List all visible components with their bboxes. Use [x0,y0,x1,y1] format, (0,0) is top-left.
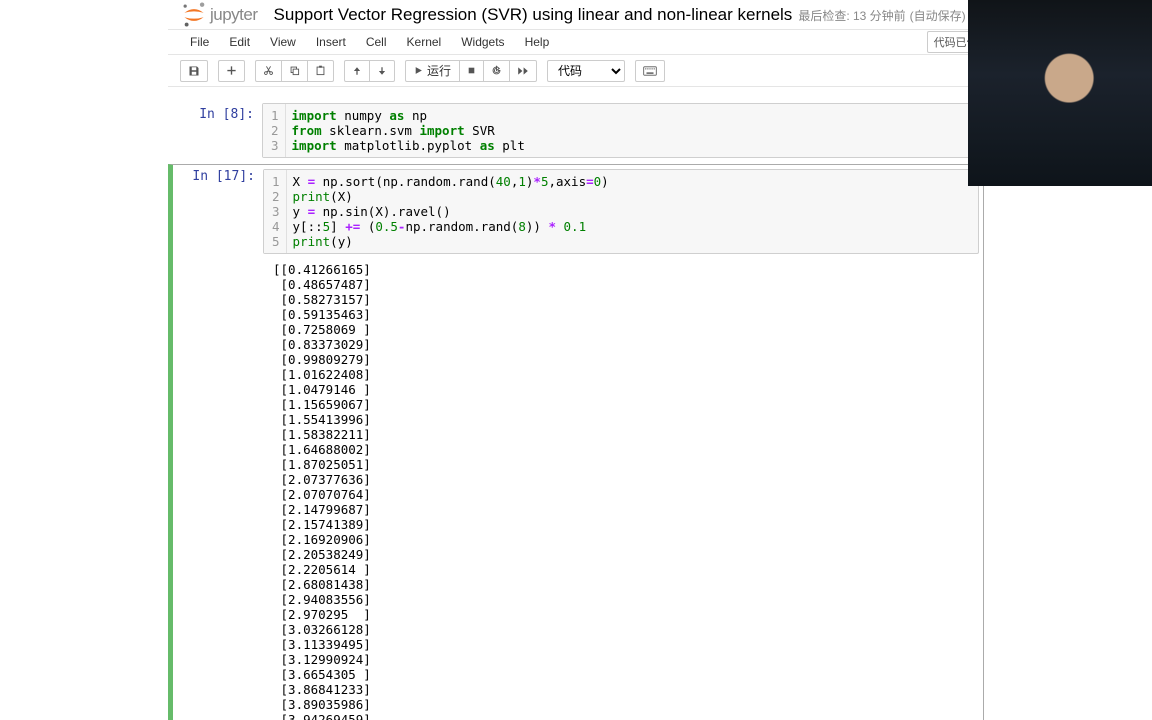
move-down-button[interactable] [369,60,395,82]
notebook-area[interactable]: In [8]: 123 import numpy as npfrom sklea… [168,87,984,720]
menu-help[interactable]: Help [515,31,560,53]
input-prompt: In [8]: [168,103,262,158]
menu-file[interactable]: File [180,31,219,53]
plus-icon [226,65,237,76]
code-cell-selected[interactable]: In [17]: 12345 X = np.sort(np.random.ran… [168,164,984,720]
autosave-status: (自动保存) [910,7,966,24]
checkpoint-status: 最后检查: 13 分钟前 [798,7,905,24]
save-button[interactable] [180,60,208,82]
menu-widgets[interactable]: Widgets [451,31,514,53]
line-gutter: 123 [263,104,286,157]
code-lines[interactable]: import numpy as npfrom sklearn.svm impor… [286,104,983,157]
fast-forward-icon [517,66,529,76]
arrow-down-icon [377,66,387,76]
restart-run-all-button[interactable] [509,60,537,82]
run-label: 运行 [427,62,451,79]
keyboard-icon [643,66,657,76]
presenter-webcam-overlay [968,0,1152,186]
copy-icon [289,65,300,76]
arrow-up-icon [352,66,362,76]
jupyter-logo[interactable]: jupyter [180,1,258,29]
paste-button[interactable] [307,60,334,82]
menu-insert[interactable]: Insert [306,31,356,53]
menu-edit[interactable]: Edit [219,31,260,53]
menu-view[interactable]: View [260,31,306,53]
restart-button[interactable] [483,60,510,82]
save-icon [188,65,200,77]
cell-output: [[0.41266165] [0.48657487] [0.58273157] … [173,258,983,720]
input-prompt: In [17]: [173,165,263,258]
command-palette-button[interactable] [635,60,665,82]
celltype-select[interactable]: 代码 [547,60,625,82]
code-cell[interactable]: In [8]: 123 import numpy as npfrom sklea… [168,103,984,158]
code-input-area[interactable]: 12345 X = np.sort(np.random.rand(40,1)*5… [263,169,979,254]
menu-kernel[interactable]: Kernel [397,31,452,53]
cut-button[interactable] [255,60,282,82]
run-button[interactable]: 运行 [405,60,460,82]
jupyter-logo-text: jupyter [210,5,258,25]
line-gutter: 12345 [264,170,287,253]
paste-icon [315,65,326,76]
move-up-button[interactable] [344,60,370,82]
stop-icon [467,66,476,75]
interrupt-button[interactable] [459,60,484,82]
jupyter-logo-icon [180,1,208,29]
cut-icon [263,65,274,76]
code-lines[interactable]: X = np.sort(np.random.rand(40,1)*5,axis=… [287,170,978,253]
code-input-area[interactable]: 123 import numpy as npfrom sklearn.svm i… [262,103,984,158]
notebook-title[interactable]: Support Vector Regression (SVR) using li… [274,5,793,25]
restart-icon [491,65,502,76]
copy-button[interactable] [281,60,308,82]
menu-cell[interactable]: Cell [356,31,397,53]
add-cell-button[interactable] [218,60,245,82]
play-icon [414,66,423,75]
